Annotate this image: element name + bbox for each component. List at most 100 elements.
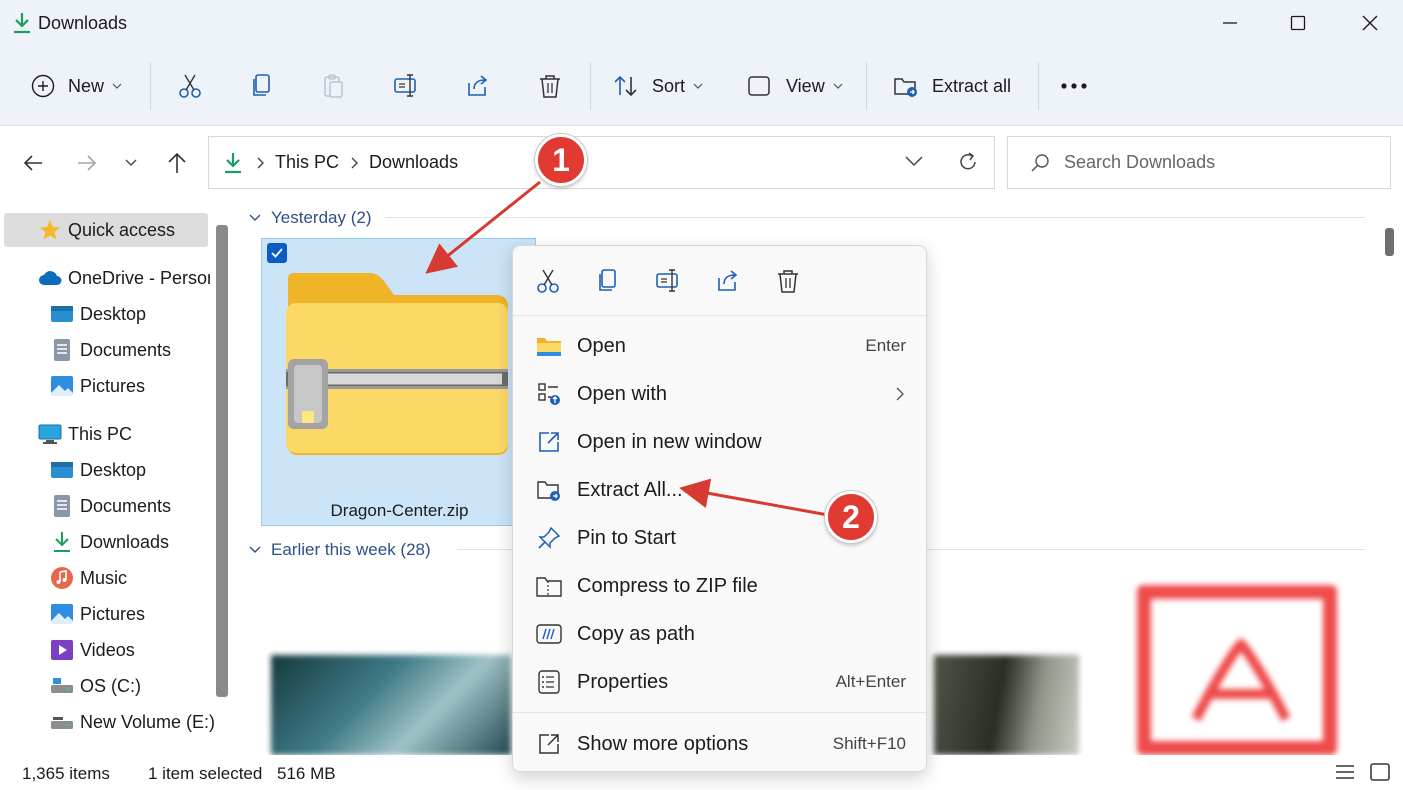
sidebar-scrollbar[interactable]: [216, 225, 228, 697]
sidebar-item-quick-access[interactable]: Quick access: [4, 213, 208, 247]
search-box[interactable]: [1007, 136, 1391, 189]
folder-open-icon: [536, 333, 562, 359]
menu-item-copy-as-path[interactable]: Copy as path: [513, 611, 928, 657]
breadcrumb-downloads[interactable]: Downloads: [369, 152, 458, 173]
chevron-down-icon: [833, 83, 843, 89]
content-scrollbar[interactable]: [1385, 228, 1394, 256]
breadcrumb-this-pc[interactable]: This PC: [275, 152, 339, 173]
menu-item-properties[interactable]: Properties Alt+Enter: [513, 659, 928, 705]
maximize-button[interactable]: [1278, 8, 1318, 38]
new-button[interactable]: New: [30, 68, 122, 104]
show-more-options-icon: [536, 731, 562, 757]
arrow-right-icon: [78, 155, 97, 171]
sidebar-item-this-pc[interactable]: This PC: [38, 417, 210, 451]
checkbox-checked[interactable]: [267, 243, 287, 263]
file-tile-selected[interactable]: Dragon-Center.zip: [261, 238, 536, 526]
sort-label: Sort: [652, 75, 686, 96]
navigation-pane: Quick access OneDrive - Persor Desktop D…: [0, 200, 230, 755]
minimize-button[interactable]: [1210, 8, 1250, 38]
address-history-button[interactable]: [905, 151, 923, 172]
view-icon: [748, 76, 770, 96]
back-button[interactable]: [18, 148, 48, 178]
new-label: New: [68, 75, 105, 96]
refresh-button[interactable]: [957, 151, 979, 178]
documents-icon: [50, 494, 74, 518]
more-options-button[interactable]: [1060, 68, 1088, 104]
sidebar-item-label: Pictures: [80, 375, 146, 396]
image-thumbnail[interactable]: [271, 655, 511, 755]
arrow-up-icon: [168, 152, 186, 173]
group-divider: [385, 217, 1365, 218]
group-header-yesterday[interactable]: Yesterday (2): [249, 205, 1377, 231]
menu-item-label: Copy as path: [577, 622, 695, 645]
callout-badge-1: 1: [535, 134, 587, 186]
tiles-view-button[interactable]: [1370, 763, 1390, 786]
sidebar-item-desktop[interactable]: Desktop: [50, 297, 210, 331]
menu-item-shortcut: Enter: [865, 336, 906, 355]
sidebar-item-label: Desktop: [80, 303, 147, 324]
sidebar-item-os-c[interactable]: OS (C:): [50, 669, 210, 703]
chevron-right-icon: [257, 157, 264, 168]
sidebar-item-videos[interactable]: Videos: [50, 633, 210, 667]
sidebar-item-label: OneDrive - Persor: [68, 267, 210, 288]
copy-button[interactable]: [249, 68, 275, 104]
group-label: Yesterday (2): [271, 208, 372, 227]
sidebar-item-pictures[interactable]: Pictures: [50, 369, 210, 403]
documents-icon: [50, 338, 74, 362]
callout-badge-2: 2: [825, 491, 877, 543]
context-delete-button[interactable]: [773, 266, 803, 296]
selection-size: 516 MB: [277, 764, 336, 783]
toolbar-divider: [866, 62, 867, 110]
delete-button[interactable]: [537, 68, 563, 104]
up-button[interactable]: [162, 148, 192, 178]
command-bar: New Sort View Extract all: [0, 46, 1403, 126]
sidebar-item-onedrive[interactable]: OneDrive - Persor: [38, 261, 210, 295]
sidebar-item-music[interactable]: Music: [50, 561, 210, 595]
sidebar-item-downloads[interactable]: Downloads: [50, 525, 210, 559]
view-button[interactable]: View: [746, 68, 843, 104]
context-rename-button[interactable]: [653, 266, 683, 296]
desktop-folder-icon: [50, 458, 74, 482]
menu-item-label: Show more options: [577, 732, 749, 755]
selection-info: 1 item selected: [148, 764, 263, 783]
context-cut-button[interactable]: [533, 266, 563, 296]
context-copy-button[interactable]: [593, 266, 623, 296]
rename-button[interactable]: [393, 68, 419, 104]
forward-button[interactable]: [72, 148, 102, 178]
item-count: 1,365 items: [22, 764, 110, 783]
menu-item-open-in-new-window[interactable]: Open in new window: [513, 419, 928, 465]
close-button[interactable]: [1350, 8, 1390, 38]
address-bar[interactable]: This PC Downloads: [208, 136, 995, 189]
open-with-icon: [536, 381, 562, 407]
toolbar-divider: [1038, 62, 1039, 110]
music-icon: [50, 566, 74, 590]
menu-item-open-with[interactable]: Open with: [513, 371, 928, 417]
videos-icon: [50, 638, 74, 662]
image-thumbnail[interactable]: [934, 655, 1079, 755]
sidebar-item-new-volume-e[interactable]: New Volume (E:): [50, 705, 216, 739]
download-icon: [14, 13, 30, 34]
chevron-down-icon: [125, 159, 137, 166]
plus-circle-icon: [31, 74, 55, 98]
sidebar-item-pc-documents[interactable]: Documents: [50, 489, 210, 523]
paste-button[interactable]: [321, 68, 347, 104]
sort-button[interactable]: Sort: [612, 68, 703, 104]
context-share-button[interactable]: [713, 266, 743, 296]
pdf-thumbnail[interactable]: [1137, 585, 1337, 755]
recent-locations-button[interactable]: [116, 148, 146, 178]
sidebar-item-pc-desktop[interactable]: Desktop: [50, 453, 210, 487]
details-view-button[interactable]: [1335, 763, 1355, 786]
extract-all-button[interactable]: Extract all: [892, 68, 1011, 104]
menu-item-compress-zip[interactable]: Compress to ZIP file: [513, 563, 928, 609]
menu-item-open[interactable]: Open Enter: [513, 323, 928, 369]
sidebar-item-documents[interactable]: Documents: [50, 333, 210, 367]
file-name: Dragon-Center.zip: [330, 501, 469, 520]
share-button[interactable]: [465, 68, 491, 104]
cut-button[interactable]: [177, 68, 203, 104]
pin-icon: [536, 525, 562, 551]
toolbar-divider: [590, 62, 591, 110]
search-input[interactable]: [1064, 152, 1364, 173]
sort-icon: [614, 75, 637, 97]
group-label: Earlier this week (28): [271, 540, 431, 559]
sidebar-item-pc-pictures[interactable]: Pictures: [50, 597, 210, 631]
